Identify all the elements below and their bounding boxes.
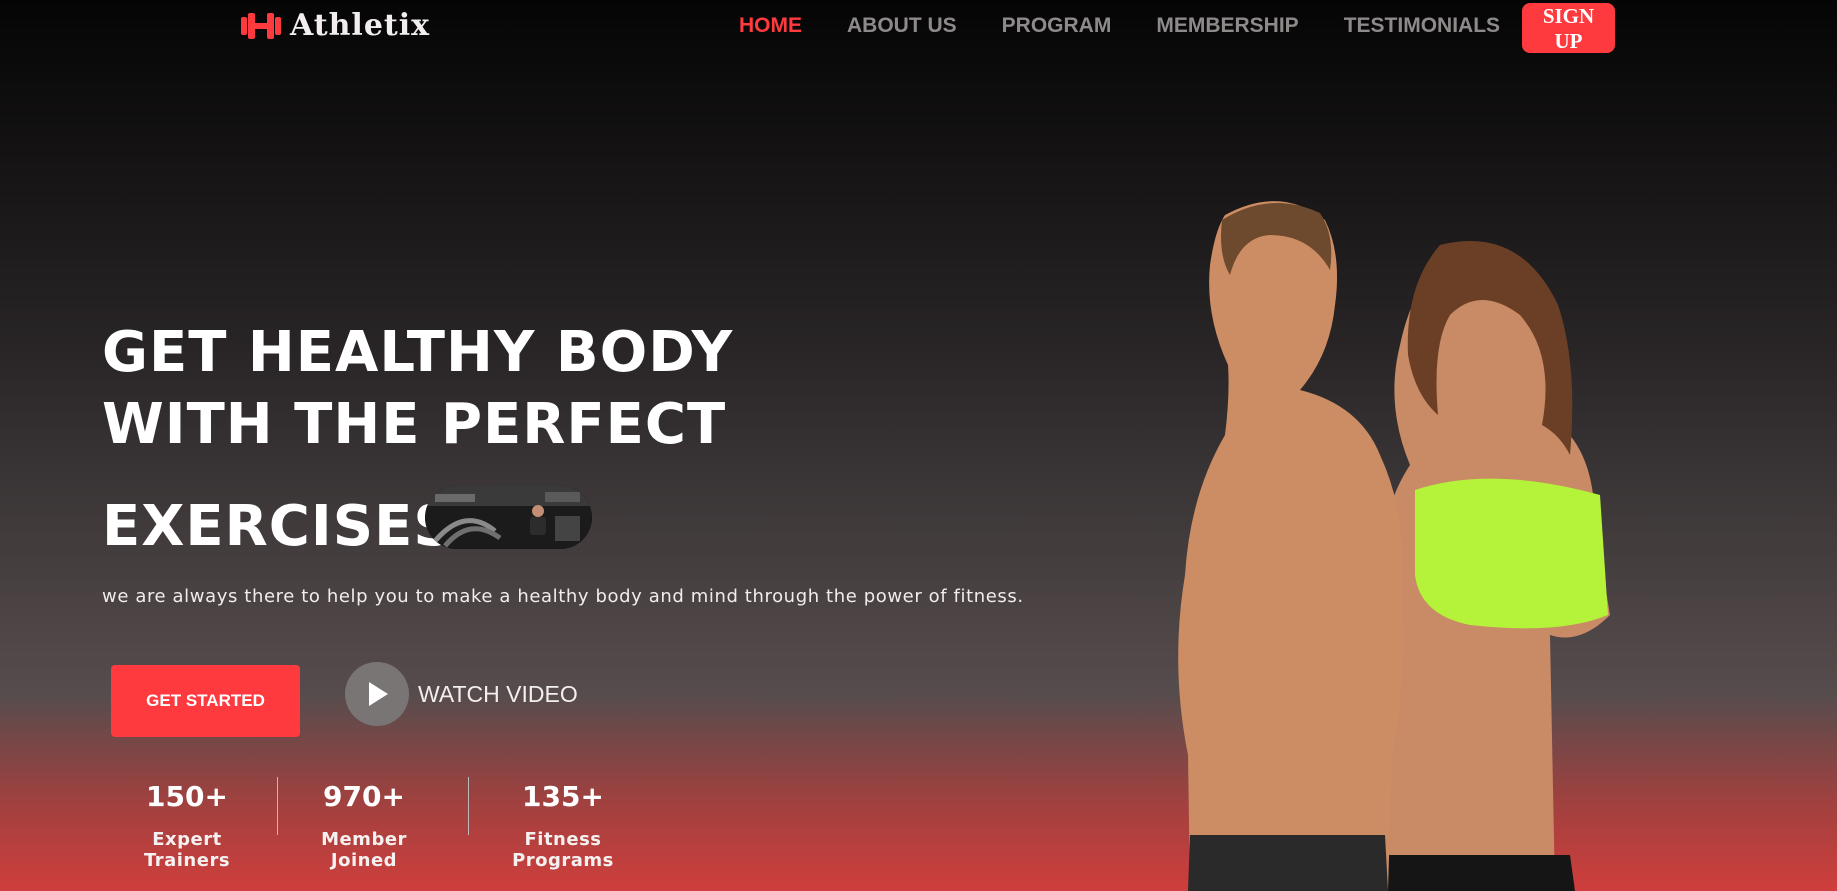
nav-program[interactable]: PROGRAM [1002, 14, 1112, 38]
play-icon[interactable] [345, 662, 409, 726]
hero-title-line-3: EXERCISES [102, 494, 455, 559]
nav-links: HOME ABOUT US PROGRAM MEMBERSHIP TESTIMO… [739, 14, 1500, 38]
get-started-button[interactable]: GET STARTED [111, 665, 300, 737]
stat-label: Member Joined [321, 829, 407, 871]
stat-divider [468, 777, 469, 835]
stat-divider [277, 777, 278, 835]
dumbbell-icon [241, 12, 281, 39]
watch-video-button[interactable]: WATCH VIDEO [345, 662, 578, 726]
hero-subtitle: we are always there to help you to make … [102, 586, 1024, 607]
watch-video-label: WATCH VIDEO [418, 680, 578, 707]
nav-testimonials[interactable]: TESTIMONIALS [1344, 14, 1500, 38]
hero-title-line-2: WITH THE PERFECT [102, 392, 727, 457]
sign-up-button[interactable]: SIGN UP [1522, 3, 1615, 53]
stat-value: 970+ [323, 780, 405, 813]
stat-fitness-programs: 135+ Fitness Programs [478, 780, 648, 871]
fitness-couple-image [1178, 201, 1610, 891]
nav-about-us[interactable]: ABOUT US [847, 14, 957, 38]
brand-name: Athletix [290, 8, 431, 43]
nav-home[interactable]: HOME [739, 14, 802, 38]
stat-member-joined: 970+ Member Joined [288, 780, 440, 871]
stat-value: 150+ [146, 780, 228, 813]
stat-label: Expert Trainers [143, 829, 231, 871]
nav-membership[interactable]: MEMBERSHIP [1156, 14, 1298, 38]
stat-value: 135+ [522, 780, 604, 813]
stat-expert-trainers: 150+ Expert Trainers [112, 780, 262, 871]
stat-label: Fitness Programs [512, 829, 614, 871]
brand-logo[interactable]: Athletix [240, 8, 430, 43]
top-nav: Athletix HOME ABOUT US PROGRAM MEMBERSHI… [0, 0, 1837, 60]
hero-title-line-1: GET HEALTHY BODY [102, 320, 734, 385]
gym-thumbnail-image [425, 486, 592, 549]
